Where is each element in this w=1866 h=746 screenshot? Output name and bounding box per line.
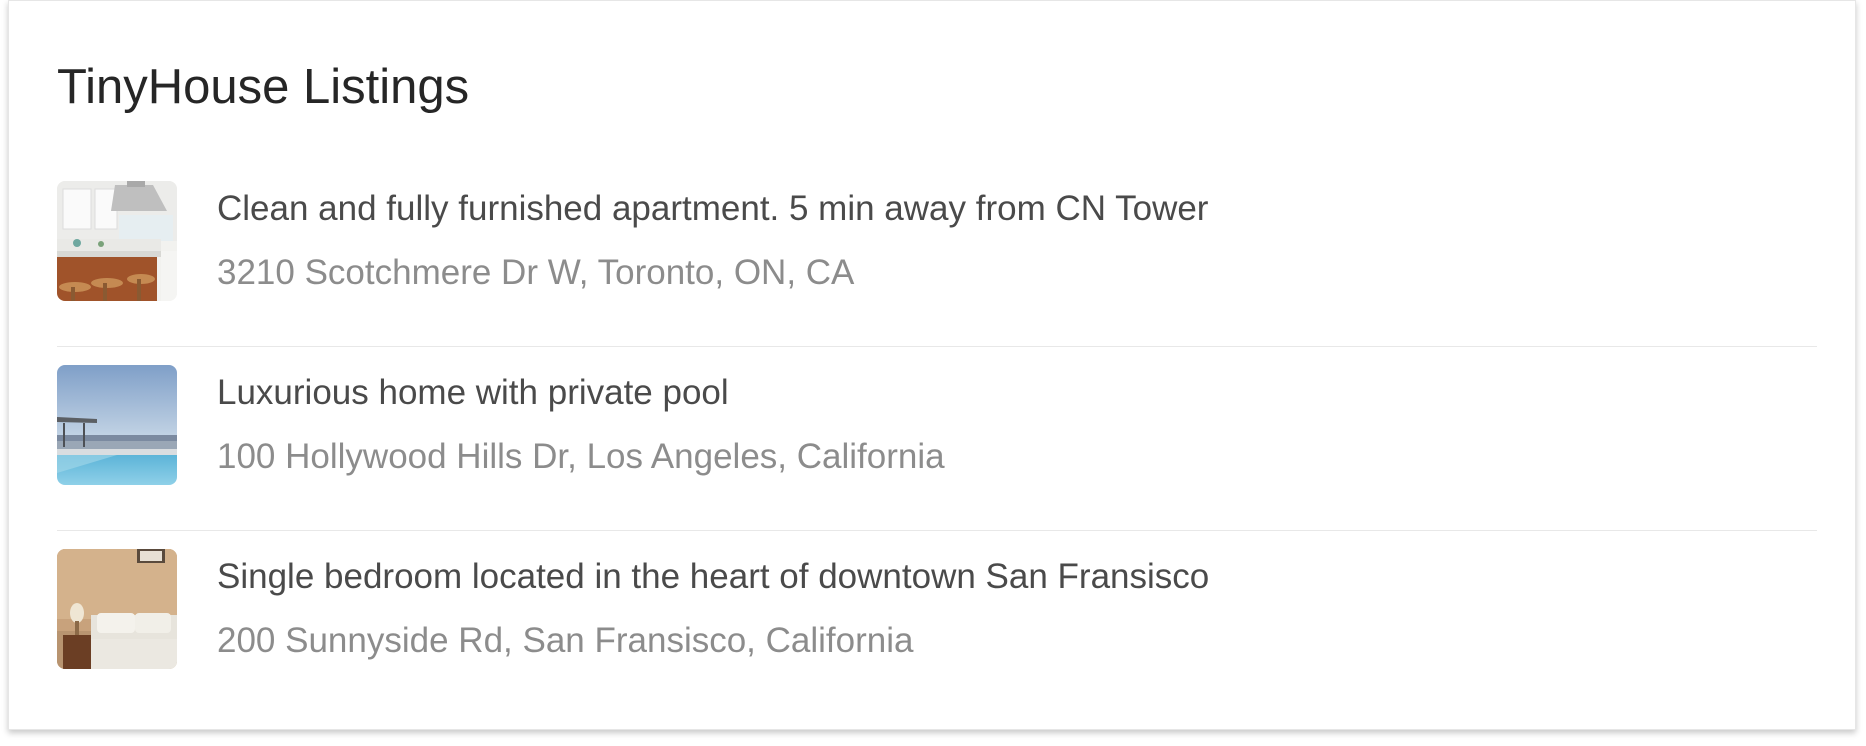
listing-address: 3210 Scotchmere Dr W, Toronto, ON, CA	[217, 253, 855, 292]
bedroom-photo-thumbnail[interactable]	[57, 549, 177, 669]
listing-address: 200 Sunnyside Rd, San Fransisco, Califor…	[217, 621, 914, 660]
bedroom-photo-icon	[57, 549, 177, 669]
page-title: TinyHouse Listings	[57, 60, 470, 114]
list-item[interactable]: Single bedroom located in the heart of d…	[57, 531, 1817, 714]
pool-photo-thumbnail[interactable]	[57, 365, 177, 485]
list-item[interactable]: Clean and fully furnished apartment. 5 m…	[57, 163, 1817, 347]
pool-photo-icon	[57, 365, 177, 485]
kitchen-photo-icon	[57, 181, 177, 301]
listing-title[interactable]: Single bedroom located in the heart of d…	[217, 555, 1209, 599]
kitchen-photo-thumbnail[interactable]	[57, 181, 177, 301]
list-item[interactable]: Luxurious home with private pool 100 Hol…	[57, 347, 1817, 531]
listings-list: Clean and fully furnished apartment. 5 m…	[57, 163, 1817, 714]
listing-title[interactable]: Luxurious home with private pool	[217, 371, 729, 415]
listing-address: 100 Hollywood Hills Dr, Los Angeles, Cal…	[217, 437, 945, 476]
listing-title[interactable]: Clean and fully furnished apartment. 5 m…	[217, 187, 1208, 231]
listings-card: TinyHouse Listings Clean and fully furni…	[8, 0, 1856, 730]
